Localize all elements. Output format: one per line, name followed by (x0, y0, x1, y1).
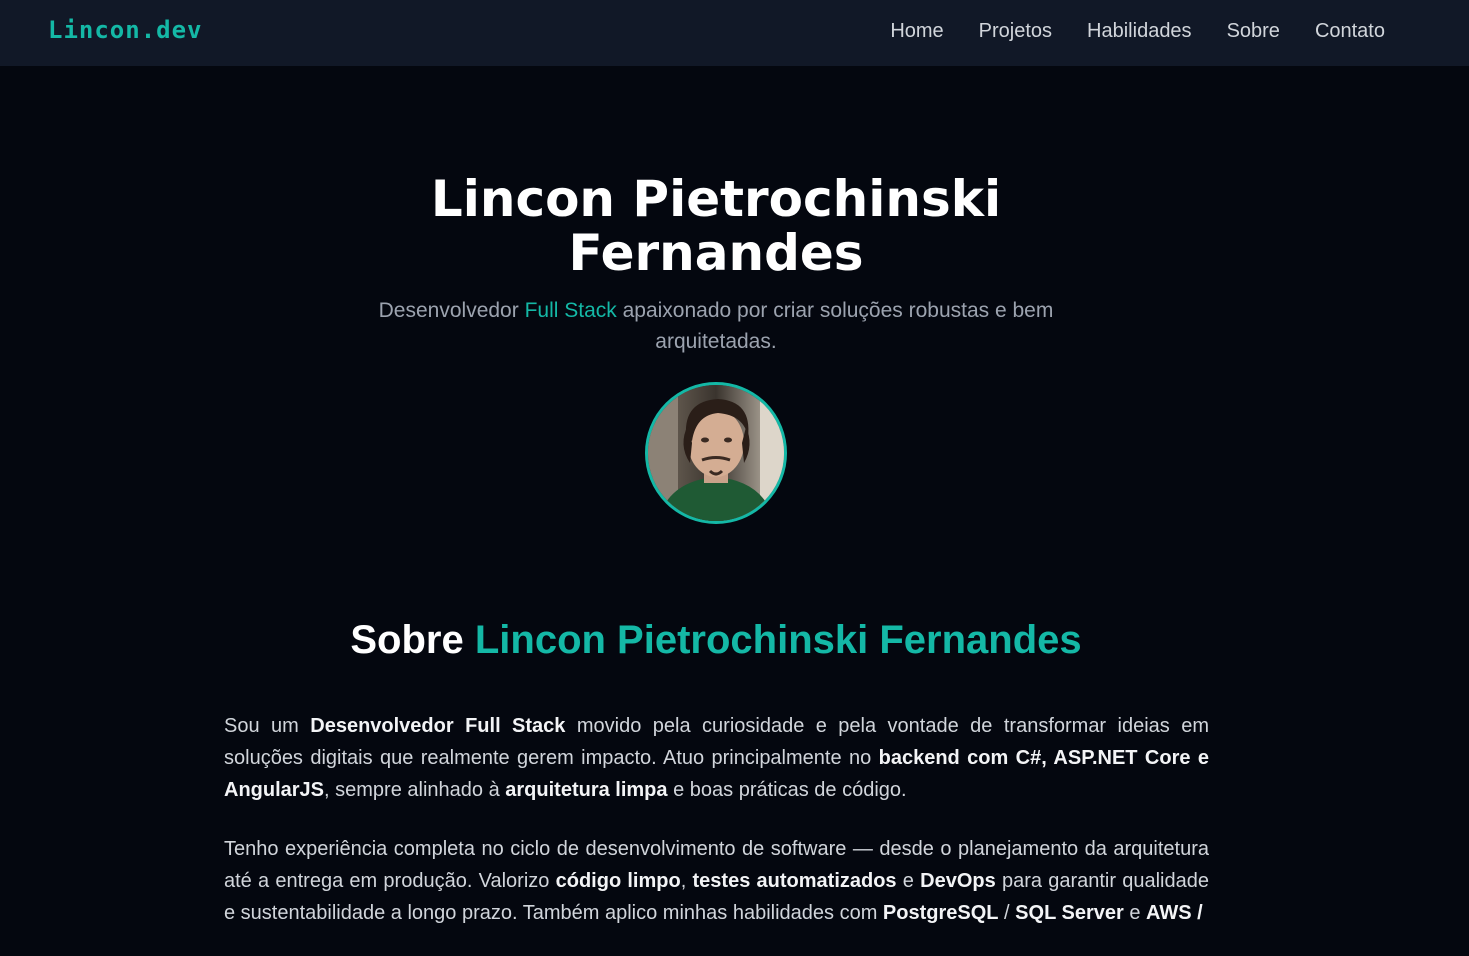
about-bold-text: código limpo (555, 870, 681, 892)
about-bold-text: arquitetura limpa (505, 779, 668, 801)
about-text: e (896, 870, 921, 892)
about-bold-text: Desenvolvedor Full Stack (310, 715, 566, 737)
about-title-pre: Sobre (350, 618, 475, 662)
about-text: , sempre alinhado à (324, 779, 506, 801)
about-bold-text: testes automatizados (692, 870, 897, 892)
navbar: Lincon.dev Home Projetos Habilidades Sob… (0, 0, 1469, 66)
about-text: e boas práticas de código. (667, 779, 907, 801)
nav-link-habilidades[interactable]: Habilidades (1087, 20, 1192, 42)
hero-subtitle: Desenvolvedor Full Stack apaixonado por … (350, 295, 1082, 357)
about-text: Sou um (224, 715, 311, 737)
about-bold-text: SQL Server (1015, 902, 1124, 924)
nav-link-contato[interactable]: Contato (1315, 20, 1385, 42)
about-title-accent: Lincon Pietrochinski Fernandes (474, 618, 1082, 662)
nav-links: Home Projetos Habilidades Sobre Contato (890, 20, 1385, 43)
hero-subtitle-post: apaixonado por criar soluções robustas e… (616, 299, 1054, 353)
hero-subtitle-pre: Desenvolvedor (378, 299, 525, 322)
avatar-photo (648, 385, 784, 521)
nav-link-home[interactable]: Home (890, 20, 943, 42)
about-bold-text: DevOps (920, 870, 996, 892)
about-bold-text: AWS / (1146, 902, 1203, 924)
about-paragraph-2: Tenho experiência completa no ciclo de d… (224, 833, 1209, 929)
about-text: e (1123, 902, 1147, 924)
about-bold-text: PostgreSQL (882, 902, 999, 924)
hero-title-line1: Lincon Pietrochinski (430, 170, 1002, 228)
about-paragraph-1: Sou um Desenvolvedor Full Stack movido p… (224, 710, 1209, 806)
about-text: / (998, 902, 1016, 924)
about-body: Sou um Desenvolvedor Full Stack movido p… (224, 710, 1209, 956)
nav-link-sobre[interactable]: Sobre (1227, 20, 1280, 42)
nav-link-projetos[interactable]: Projetos (979, 20, 1052, 42)
avatar (645, 382, 787, 524)
brand-logo-link[interactable]: Lincon.dev (48, 16, 203, 44)
about-text: , (680, 870, 693, 892)
hero-title-line2: Fernandes (568, 224, 864, 282)
about-title: Sobre Lincon Pietrochinski Fernandes (0, 618, 1432, 663)
hero-title: Lincon Pietrochinski Fernandes (0, 172, 1432, 280)
hero-subtitle-accent: Full Stack (524, 299, 617, 322)
